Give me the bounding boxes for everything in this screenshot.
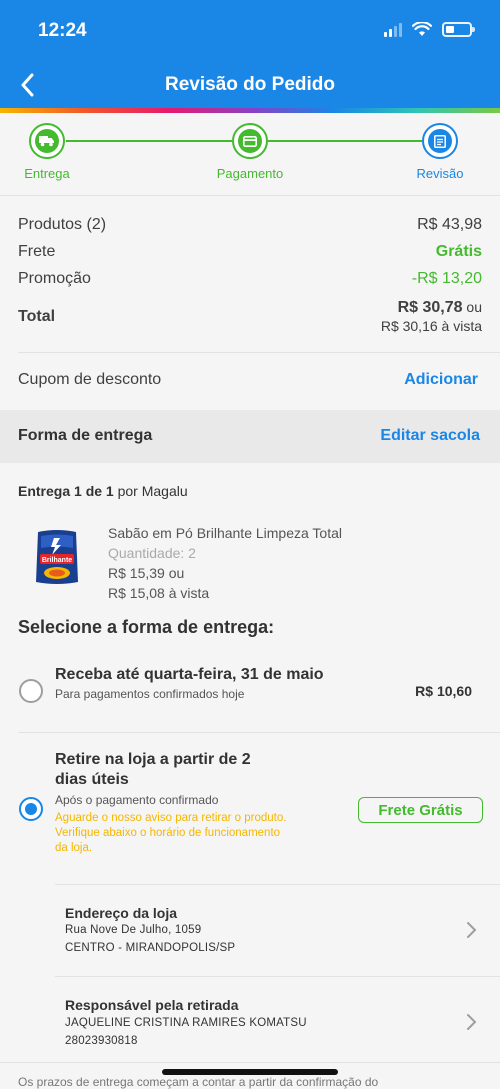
shipping-label: Frete [18,243,56,260]
checkout-stepper: Entrega Pagamento Revisão [0,113,500,195]
option-pickup-title-2: dias úteis [55,771,129,788]
product-image: Brilhante [34,528,80,586]
pickup-responsible-doc: 28023930818 [65,1035,138,1047]
pickup-warning-line-2: Verifique abaixo o horário de funcioname… [55,827,281,839]
option-pickup-title-1: Retire na loja a partir de 2 [55,751,251,768]
promo-label: Promoção [18,270,91,287]
divider [0,1062,500,1063]
top-bar: Revisão do Pedido [0,62,500,108]
radio-store-pickup[interactable] [19,797,43,821]
step-pagamento[interactable] [232,123,268,159]
pickup-responsible-name: JAQUELINE CRISTINA RAMIRES KOMATSU [65,1017,307,1029]
option-pickup-subtitle: Após o pagamento confirmado [55,793,219,807]
shipment-seller: por Magalu [113,483,188,499]
step-revisao[interactable] [422,123,458,159]
pickup-warning-line-1: Aguarde o nosso aviso para retirar o pro… [55,812,287,824]
status-icons [384,22,475,37]
product-price: R$ 15,39 ou [108,565,185,581]
total-or: ou [462,299,482,315]
total-cash: R$ 30,16 à vista [380,318,482,334]
shipment-label: Entrega 1 de 1 por Magalu [18,483,188,499]
chevron-right-icon [467,922,477,938]
pickup-warning-line-3: da loja. [55,842,93,854]
truck-icon [39,136,54,147]
total-value-block: R$ 30,78 ou R$ 30,16 à vista [381,298,482,335]
status-time: 12:24 [38,20,87,41]
promo-value: -R$ 13,20 [411,270,482,287]
step-connector [66,140,232,142]
add-coupon-link[interactable]: Adicionar [404,371,478,389]
product-quantity: Quantidade: 2 [108,545,196,561]
select-delivery-title: Selecione a forma de entrega: [18,617,275,637]
divider [55,976,500,977]
delivery-disclaimer: Os prazos de entrega começam a contar a … [18,1075,379,1089]
summary-promo-row: Promoção -R$ 13,20 [18,270,482,288]
product-name: Sabão em Pó Brilhante Limpeza Total [108,525,342,541]
divider [0,195,500,196]
step-connector [268,140,422,142]
edit-bag-link[interactable]: Editar sacola [380,427,480,445]
total-label: Total [18,307,56,325]
home-indicator[interactable] [162,1069,338,1075]
option-home-price: R$ 10,60 [415,683,472,699]
divider [55,884,500,885]
divider [18,732,500,733]
store-address-line-1: Rua Nove De Julho, 1059 [65,924,202,936]
signal-icon [384,22,402,37]
summary-shipping-row: Frete Grátis [18,243,482,261]
product-cash-price: R$ 15,08 à vista [108,585,210,601]
summary-products-row: Produtos (2) R$ 43,98 [18,216,482,234]
page-title: Revisão do Pedido [165,74,335,95]
step-label-pagamento: Pagamento [216,166,284,181]
products-label: Produtos (2) [18,216,107,233]
product-info: Sabão em Pó Brilhante Limpeza Total Quan… [108,523,342,603]
chevron-right-icon [467,1014,477,1030]
delivery-section-header: Forma de entrega Editar sacola [0,410,500,463]
coupon-label: Cupom de desconto [18,371,162,388]
battery-icon [442,22,475,37]
shipment-count: Entrega 1 de 1 [18,483,114,499]
pickup-responsible-title: Responsável pela retirada [65,997,239,1013]
card-icon [243,135,257,147]
shipping-value: Grátis [435,243,482,260]
step-label-revisao: Revisão [416,166,464,181]
products-value: R$ 43,98 [417,216,482,233]
store-address-line-2: CENTRO - MIRANDOPOLIS/SP [65,942,236,954]
product-brand-text: Brilhante [42,557,72,564]
summary-total-row: Total R$ 30,78 ou R$ 30,16 à vista [18,298,482,335]
option-home-subtitle: Para pagamentos confirmados hoje [55,687,245,701]
checklist-icon [434,134,446,148]
total-value: R$ 30,78 [397,299,463,316]
radio-home-delivery[interactable] [19,679,43,703]
option-home-title: Receba até quarta-feira, 31 de maio [55,666,324,683]
divider [18,352,500,353]
store-address-title: Endereço da loja [65,905,178,921]
delivery-section-title: Forma de entrega [18,427,153,444]
step-label-entrega: Entrega [24,166,70,181]
free-shipping-badge: Frete Grátis [358,797,483,823]
pickup-warning: Aguarde o nosso aviso para retirar o pro… [55,811,355,856]
coupon-row[interactable]: Cupom de desconto Adicionar [18,371,482,389]
wifi-icon [412,22,432,36]
step-entrega[interactable] [29,123,65,159]
status-bar: 12:24 [0,0,500,62]
